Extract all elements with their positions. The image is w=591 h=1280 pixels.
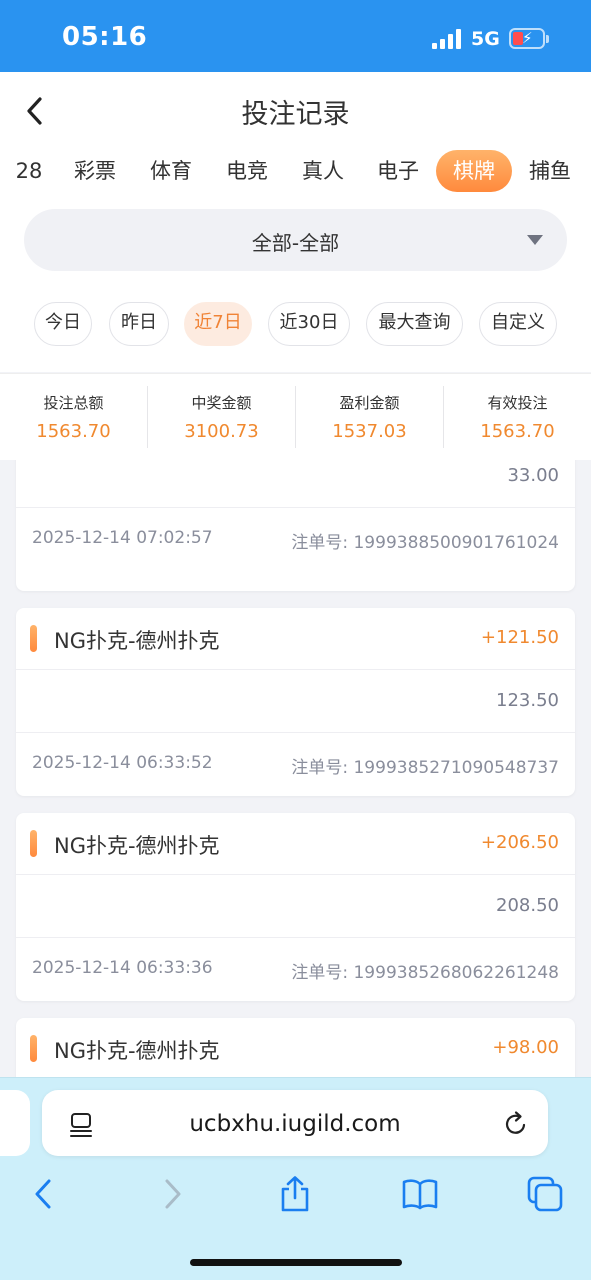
meta-row: 2025-12-14 07:02:57 注单号: 199938850090176… (16, 508, 575, 571)
summary-label: 中奖金额 (191, 394, 252, 412)
summary-valid-bet: 有效投注 1563.70 (444, 374, 591, 461)
summary-bar: 投注总额 1563.70 中奖金额 3100.73 盈利金额 1537.03 有… (0, 373, 591, 460)
tab-esports[interactable]: 电竞 (218, 150, 276, 192)
bet-time: 2025-12-14 07:02:57 (32, 528, 213, 548)
tab-28[interactable]: 28 (6, 150, 52, 192)
amount-row: 208.50 (16, 875, 575, 938)
forward-arrow-icon[interactable] (154, 1176, 190, 1212)
bet-time: 2025-12-14 06:33:52 (32, 753, 213, 773)
header: 投注记录 28 彩票 体育 电竞 真人 电子 棋牌 捕鱼 全部-全部 今日 昨日… (0, 72, 591, 372)
amount-row: 123.50 (16, 670, 575, 733)
profit-value: +206.50 (480, 832, 559, 853)
meta-row: 2025-12-14 06:33:36 注单号: 199938526806226… (16, 938, 575, 1001)
game-name: NG扑克-德州扑克 (54, 834, 220, 858)
bet-record-card[interactable]: NG扑克-德州扑克 +121.50 123.50 2025-12-14 06:3… (16, 608, 575, 796)
caret-down-icon (527, 235, 543, 245)
battery-icon: ⚡ (509, 28, 545, 49)
bet-record-card[interactable]: NG扑克-德州扑克 +98.00 (16, 1018, 575, 1078)
accent-bar (30, 830, 37, 857)
reload-icon[interactable] (502, 1110, 530, 1138)
bet-record-card[interactable]: 33.00 2025-12-14 07:02:57 注单号: 199938850… (16, 460, 575, 591)
category-tabs: 28 彩票 体育 电竞 真人 电子 棋牌 捕鱼 (0, 150, 591, 194)
summary-label: 有效投注 (487, 394, 548, 412)
date-7days-button[interactable]: 近7日 (184, 302, 252, 346)
tab-lottery[interactable]: 彩票 (66, 150, 124, 192)
meta-row: 2025-12-14 06:33:52 注单号: 199938527109054… (16, 733, 575, 796)
tab-chess-cards[interactable]: 棋牌 (436, 150, 512, 192)
share-icon[interactable] (277, 1176, 313, 1212)
tab-sports[interactable]: 体育 (142, 150, 200, 192)
network-label: 5G (471, 28, 500, 50)
bookmarks-icon[interactable] (402, 1176, 438, 1212)
url-text: ucbxhu.iugild.com (189, 1111, 401, 1137)
bet-amount: 123.50 (496, 690, 559, 711)
summary-value: 3100.73 (184, 421, 259, 442)
page-title: 投注记录 (241, 99, 350, 130)
profit-value: +121.50 (480, 627, 559, 648)
battery-tip (546, 35, 549, 43)
summary-label: 投注总额 (43, 394, 104, 412)
order-number: 注单号: 1999388500901761024 (291, 533, 559, 553)
bet-record-list: 33.00 2025-12-14 07:02:57 注单号: 199938850… (0, 460, 591, 1078)
home-indicator (190, 1259, 402, 1266)
tabs-icon[interactable] (527, 1176, 563, 1212)
accent-bar (30, 625, 37, 652)
game-name: NG扑克-德州扑克 (54, 1039, 220, 1063)
tab-slots[interactable]: 电子 (369, 150, 427, 192)
signal-icon (432, 29, 464, 49)
game-name: NG扑克-德州扑克 (54, 629, 220, 653)
order-number: 注单号: 1999385271090548737 (291, 758, 559, 778)
game-filter-select[interactable]: 全部-全部 (24, 209, 567, 271)
tab-live[interactable]: 真人 (294, 150, 352, 192)
summary-profit: 盈利金额 1537.03 (296, 374, 443, 461)
summary-label: 盈利金额 (339, 394, 400, 412)
browser-toolbar: ucbxhu.iugild.com (0, 1077, 591, 1280)
status-bar: 05:16 5G ⚡ (0, 0, 591, 72)
bet-time: 2025-12-14 06:33:36 (32, 958, 213, 978)
accent-bar (30, 1035, 37, 1062)
tab-fishing[interactable]: 捕鱼 (521, 150, 579, 192)
amount-row: 33.00 (16, 460, 575, 508)
previous-tab-preview[interactable] (0, 1090, 30, 1156)
date-today-button[interactable]: 今日 (34, 302, 92, 346)
date-custom-button[interactable]: 自定义 (479, 302, 557, 346)
card-header: NG扑克-德州扑克 +121.50 (16, 608, 575, 670)
address-bar[interactable]: ucbxhu.iugild.com (42, 1090, 548, 1156)
bet-record-card[interactable]: NG扑克-德州扑克 +206.50 208.50 2025-12-14 06:3… (16, 813, 575, 1001)
summary-total-bet: 投注总额 1563.70 (0, 374, 147, 461)
summary-value: 1537.03 (332, 421, 407, 442)
summary-winnings: 中奖金额 3100.73 (148, 374, 295, 461)
filter-value: 全部-全部 (251, 231, 340, 255)
profit-value: +98.00 (492, 1037, 559, 1058)
date-yesterday-button[interactable]: 昨日 (109, 302, 169, 346)
card-header: NG扑克-德州扑克 +98.00 (16, 1018, 575, 1078)
bet-amount: 208.50 (496, 895, 559, 916)
status-time: 05:16 (62, 22, 148, 52)
date-max-button[interactable]: 最大查询 (366, 302, 463, 346)
bet-amount: 33.00 (507, 465, 559, 486)
summary-value: 1563.70 (480, 421, 555, 442)
date-30days-button[interactable]: 近30日 (268, 302, 350, 346)
order-number: 注单号: 1999385268062261248 (291, 963, 559, 983)
card-header: NG扑克-德州扑克 +206.50 (16, 813, 575, 875)
back-arrow-icon[interactable] (26, 1176, 62, 1212)
summary-value: 1563.70 (36, 421, 111, 442)
